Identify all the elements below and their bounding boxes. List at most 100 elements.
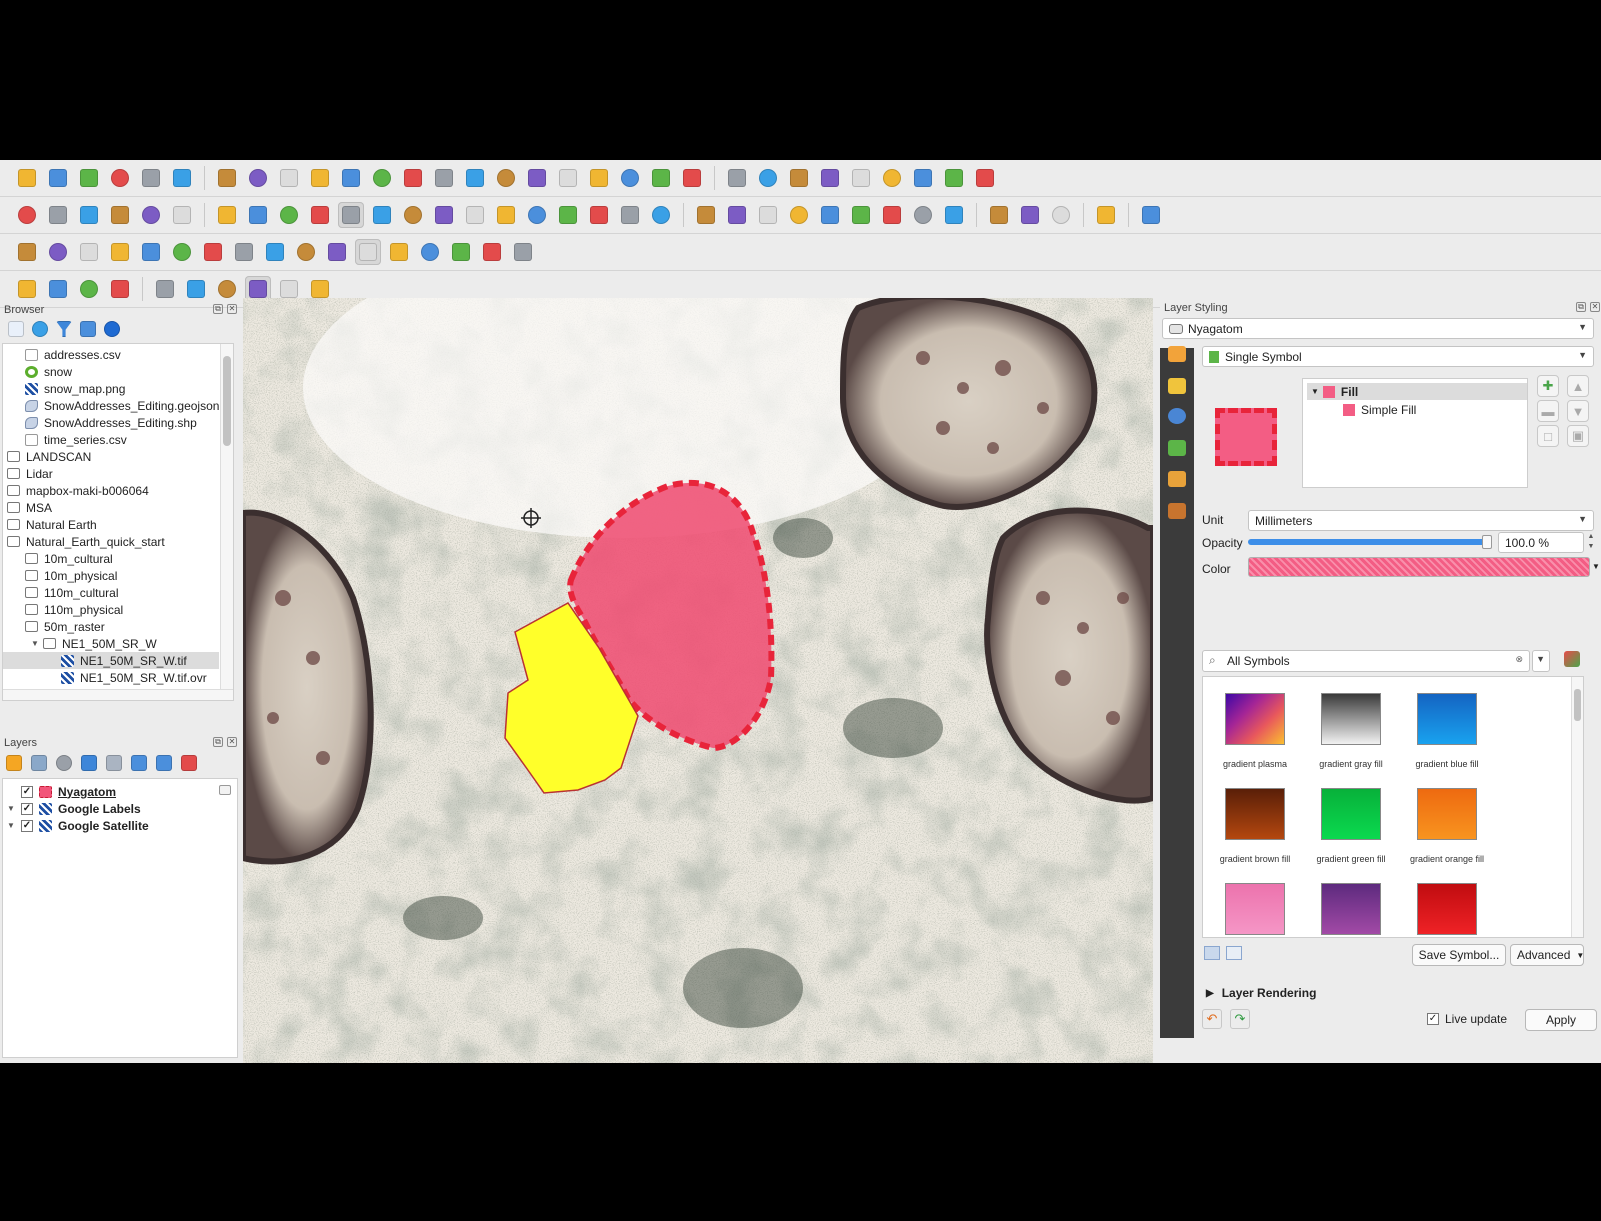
split-parts-icon[interactable] <box>324 239 350 265</box>
digitize-shape-icon[interactable] <box>586 202 612 228</box>
float-icon[interactable]: ⧉ <box>213 737 223 747</box>
browser-item[interactable]: SnowAddresses_Editing.shp <box>3 414 219 431</box>
symbol-search-input[interactable]: ⌕ All Symbols ⊗ <box>1202 650 1530 672</box>
browser-item[interactable]: 110m_physical <box>3 601 219 618</box>
3d-view-tab-icon[interactable] <box>1168 440 1186 456</box>
layer-visibility-checkbox[interactable]: ✓ <box>21 785 33 798</box>
browser-item[interactable]: 50m_raster <box>3 618 219 635</box>
lock-button[interactable]: ▣ <box>1567 425 1589 447</box>
browser-panel-controls[interactable]: ⧉ ✕ <box>213 304 237 314</box>
filter-expression-icon[interactable] <box>106 755 122 771</box>
tree-fill-row[interactable]: ▼ Fill <box>1307 383 1527 400</box>
move-up-button[interactable]: ▲ <box>1567 375 1589 397</box>
browser-item[interactable]: mapbox-maki-b006064 <box>3 482 219 499</box>
reverse-line-icon[interactable] <box>479 239 505 265</box>
label-unpin-icon[interactable] <box>941 202 967 228</box>
symbol-swatch[interactable] <box>1321 693 1381 745</box>
browser-item[interactable]: 110m_cultural <box>3 584 219 601</box>
color-dropdown-arrow[interactable]: ▼ <box>1592 557 1600 577</box>
vertex-editor-icon[interactable] <box>14 239 40 265</box>
layers-panel-controls[interactable]: ⧉ ✕ <box>213 737 237 747</box>
remove-symbol-layer-button[interactable]: ▬ <box>1537 400 1559 422</box>
style-panel-icon[interactable] <box>6 755 22 771</box>
browser-item[interactable]: addresses.csv <box>3 346 219 363</box>
layer-rendering-section[interactable]: ▶ Layer Rendering <box>1206 986 1316 1000</box>
statistics-sum-icon[interactable] <box>848 165 874 191</box>
diagram-tool-icon[interactable] <box>724 202 750 228</box>
rectangle-icon[interactable] <box>45 239 71 265</box>
browser-vertical-scrollbar[interactable] <box>220 344 233 700</box>
browser-item[interactable]: 10m_cultural <box>3 550 219 567</box>
zoom-in-icon[interactable] <box>276 165 302 191</box>
filter-icon[interactable] <box>56 321 72 337</box>
redo-style-button[interactable]: ↷ <box>1230 1009 1250 1029</box>
rotate-label-icon[interactable] <box>848 202 874 228</box>
duplicate-symbol-layer-button[interactable]: □ <box>1537 425 1559 447</box>
layer-item[interactable]: ▼ ✓ Google Satellite <box>7 817 149 834</box>
cut-features-icon[interactable] <box>431 202 457 228</box>
symbol-swatch[interactable] <box>1417 788 1477 840</box>
paste-features-icon[interactable] <box>493 202 519 228</box>
map-tips-icon[interactable] <box>910 165 936 191</box>
delete-part-icon[interactable] <box>200 239 226 265</box>
help-contents-icon[interactable] <box>1138 202 1164 228</box>
browser-item[interactable]: NE1_50M_SR_W.tif <box>3 652 219 669</box>
symbol-swatch[interactable] <box>1417 883 1477 935</box>
list-view-icon[interactable] <box>1226 946 1242 960</box>
expand-arrow-icon[interactable]: ▼ <box>7 821 21 830</box>
delete-selected-icon[interactable] <box>400 202 426 228</box>
apply-button[interactable]: Apply <box>1525 1009 1597 1031</box>
zoom-full-icon[interactable] <box>338 165 364 191</box>
new-virtual-icon[interactable] <box>169 202 195 228</box>
masks-tab-icon[interactable] <box>1168 408 1186 424</box>
new-map-view-icon[interactable] <box>524 165 550 191</box>
delete-ring-icon[interactable] <box>169 239 195 265</box>
vertex-tool-icon[interactable] <box>338 202 364 228</box>
field-calculator-icon[interactable] <box>786 165 812 191</box>
current-edits-icon[interactable] <box>214 202 240 228</box>
visibility-icon[interactable] <box>56 755 72 771</box>
refresh-icon[interactable] <box>32 321 48 337</box>
python-console-icon[interactable] <box>1093 202 1119 228</box>
expand-arrow-icon[interactable]: ▼ <box>7 804 21 813</box>
modify-attributes-icon[interactable] <box>369 202 395 228</box>
new-spatialite-icon[interactable] <box>107 202 133 228</box>
browser-item[interactable]: snow_map.png <box>3 380 219 397</box>
history-tab-icon[interactable] <box>1168 503 1186 519</box>
measure-icon[interactable] <box>879 165 905 191</box>
collapse-all-icon[interactable] <box>156 755 172 771</box>
browser-item[interactable]: Lidar <box>3 465 219 482</box>
diagrams-tab-icon[interactable] <box>1168 471 1186 487</box>
processing-toolbox-icon[interactable] <box>817 165 843 191</box>
add-part-icon[interactable] <box>138 239 164 265</box>
unit-select[interactable]: Millimeters ▼ <box>1248 510 1594 531</box>
pan-map-icon[interactable] <box>214 165 240 191</box>
merge-features-icon[interactable] <box>355 239 381 265</box>
online-resources-icon[interactable] <box>1017 202 1043 228</box>
layer-item[interactable]: ▼ ✓ Google Labels <box>7 800 141 817</box>
close-icon[interactable]: ✕ <box>1590 302 1600 312</box>
save-edits-icon[interactable] <box>276 202 302 228</box>
close-icon[interactable]: ✕ <box>227 737 237 747</box>
browser-item[interactable]: NE1_50M_SR_W.tif.ovr <box>3 669 219 686</box>
renderer-select[interactable]: Single Symbol ▼ <box>1202 346 1594 367</box>
float-icon[interactable]: ⧉ <box>213 304 223 314</box>
browser-item[interactable]: Natural_Earth_quick_start <box>3 533 219 550</box>
layer-item[interactable]: ✓ Nyagatom <box>7 783 116 800</box>
zoom-to-layer-icon[interactable] <box>400 165 426 191</box>
show-bookmarks-icon[interactable] <box>617 165 643 191</box>
copy-features-icon[interactable] <box>462 202 488 228</box>
opacity-spinner-arrows[interactable]: ▲ ▼ <box>1585 532 1597 553</box>
open-project-icon[interactable] <box>45 165 71 191</box>
filter-legend-icon[interactable] <box>81 755 97 771</box>
advanced-digitizing-icon[interactable] <box>183 276 209 302</box>
add-group-icon[interactable] <box>31 755 47 771</box>
pin-labels-icon[interactable] <box>755 202 781 228</box>
simplify-icon[interactable] <box>448 239 474 265</box>
toggle-editing-icon[interactable] <box>245 202 271 228</box>
symbol-swatch[interactable] <box>1417 693 1477 745</box>
data-source-manager-icon[interactable] <box>14 202 40 228</box>
browser-item[interactable]: SnowAddresses_Editing.geojson <box>3 397 219 414</box>
close-icon[interactable]: ✕ <box>227 304 237 314</box>
opacity-spinbox[interactable]: 100.0 % <box>1498 532 1584 553</box>
